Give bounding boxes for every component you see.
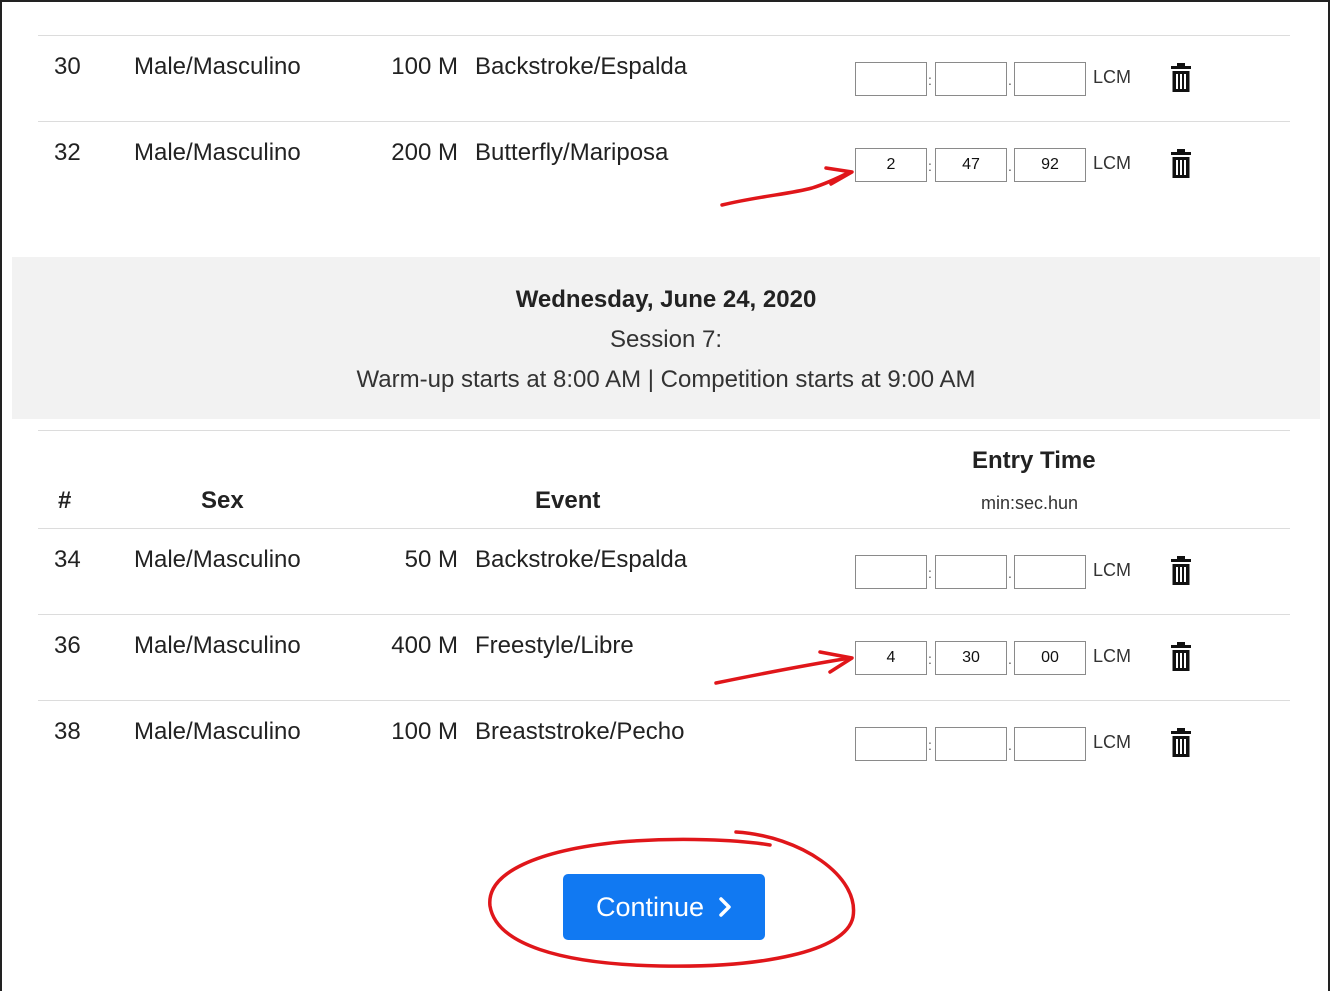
colon-separator: : bbox=[928, 158, 932, 174]
session-times: Warm-up starts at 8:00 AM | Competition … bbox=[356, 366, 976, 393]
course-label: LCM bbox=[1093, 560, 1132, 580]
seconds-input[interactable] bbox=[935, 727, 1007, 761]
event-row: 36 Male/Masculino 400 M Freestyle/Libre … bbox=[38, 614, 1290, 700]
event-row: 34 Male/Masculino 50 M Backstroke/Espald… bbox=[38, 528, 1290, 614]
seconds-input[interactable] bbox=[935, 555, 1007, 589]
header-sex: Sex bbox=[201, 487, 244, 514]
course-label: LCM bbox=[1093, 153, 1132, 173]
course-label: LCM bbox=[1093, 67, 1132, 87]
minutes-input[interactable] bbox=[855, 555, 927, 589]
trash-icon[interactable] bbox=[1169, 63, 1193, 93]
session-name: Session 7: bbox=[609, 326, 723, 353]
dot-separator: . bbox=[1008, 72, 1012, 88]
event-number: 38 bbox=[54, 718, 81, 745]
trash-icon[interactable] bbox=[1169, 149, 1193, 179]
header-entry-time: Entry Time bbox=[972, 447, 1096, 474]
dot-separator: . bbox=[1008, 651, 1012, 667]
event-number: 32 bbox=[54, 139, 81, 166]
seconds-input[interactable] bbox=[935, 641, 1007, 675]
hundredths-input[interactable] bbox=[1014, 641, 1086, 675]
trash-icon[interactable] bbox=[1169, 728, 1193, 758]
minutes-input[interactable] bbox=[855, 641, 927, 675]
event-distance: 400 M bbox=[391, 632, 458, 659]
course-label: LCM bbox=[1093, 646, 1132, 666]
session-date: Wednesday, June 24, 2020 bbox=[515, 286, 817, 313]
continue-label: Continue bbox=[595, 891, 705, 922]
event-number: 30 bbox=[54, 53, 81, 80]
event-row: 30 Male/Masculino 100 M Backstroke/Espal… bbox=[38, 35, 1290, 121]
minutes-input[interactable] bbox=[855, 148, 927, 182]
header-number: # bbox=[58, 487, 72, 514]
colon-separator: : bbox=[928, 737, 932, 753]
dot-separator: . bbox=[1008, 565, 1012, 581]
event-number: 36 bbox=[54, 632, 81, 659]
event-stroke: Backstroke/Espalda bbox=[475, 53, 688, 80]
continue-button[interactable]: Continue bbox=[563, 874, 765, 940]
colon-separator: : bbox=[928, 651, 932, 667]
colon-separator: : bbox=[928, 565, 932, 581]
event-number: 34 bbox=[54, 546, 81, 573]
event-row: 38 Male/Masculino 100 M Breaststroke/Pec… bbox=[38, 700, 1290, 786]
event-distance: 200 M bbox=[391, 139, 458, 166]
event-distance: 100 M bbox=[391, 718, 458, 745]
chevron-right-icon bbox=[719, 897, 731, 917]
course-label: LCM bbox=[1093, 732, 1132, 752]
minutes-input[interactable] bbox=[855, 62, 927, 96]
event-stroke: Butterfly/Mariposa bbox=[475, 139, 669, 166]
event-distance: 100 M bbox=[391, 53, 458, 80]
hundredths-input[interactable] bbox=[1014, 148, 1086, 182]
hundredths-input[interactable] bbox=[1014, 727, 1086, 761]
session-banner: Wednesday, June 24, 2020 Session 7: Warm… bbox=[12, 257, 1320, 419]
event-distance: 50 M bbox=[404, 546, 458, 573]
event-stroke: Breaststroke/Pecho bbox=[475, 718, 685, 745]
seconds-input[interactable] bbox=[935, 62, 1007, 96]
event-stroke: Backstroke/Espalda bbox=[475, 546, 688, 573]
header-time-format: min:sec.hun bbox=[981, 493, 1079, 513]
hundredths-input[interactable] bbox=[1014, 555, 1086, 589]
dot-separator: . bbox=[1008, 158, 1012, 174]
dot-separator: . bbox=[1008, 737, 1012, 753]
table-header: # Sex Event Entry Time min:sec.hun bbox=[38, 430, 1290, 528]
colon-separator: : bbox=[928, 72, 932, 88]
event-stroke: Freestyle/Libre bbox=[475, 632, 634, 659]
trash-icon[interactable] bbox=[1169, 556, 1193, 586]
hundredths-input[interactable] bbox=[1014, 62, 1086, 96]
seconds-input[interactable] bbox=[935, 148, 1007, 182]
minutes-input[interactable] bbox=[855, 727, 927, 761]
header-event: Event bbox=[535, 487, 601, 514]
event-row: 32 Male/Masculino 200 M Butterfly/Maripo… bbox=[38, 121, 1290, 207]
trash-icon[interactable] bbox=[1169, 642, 1193, 672]
